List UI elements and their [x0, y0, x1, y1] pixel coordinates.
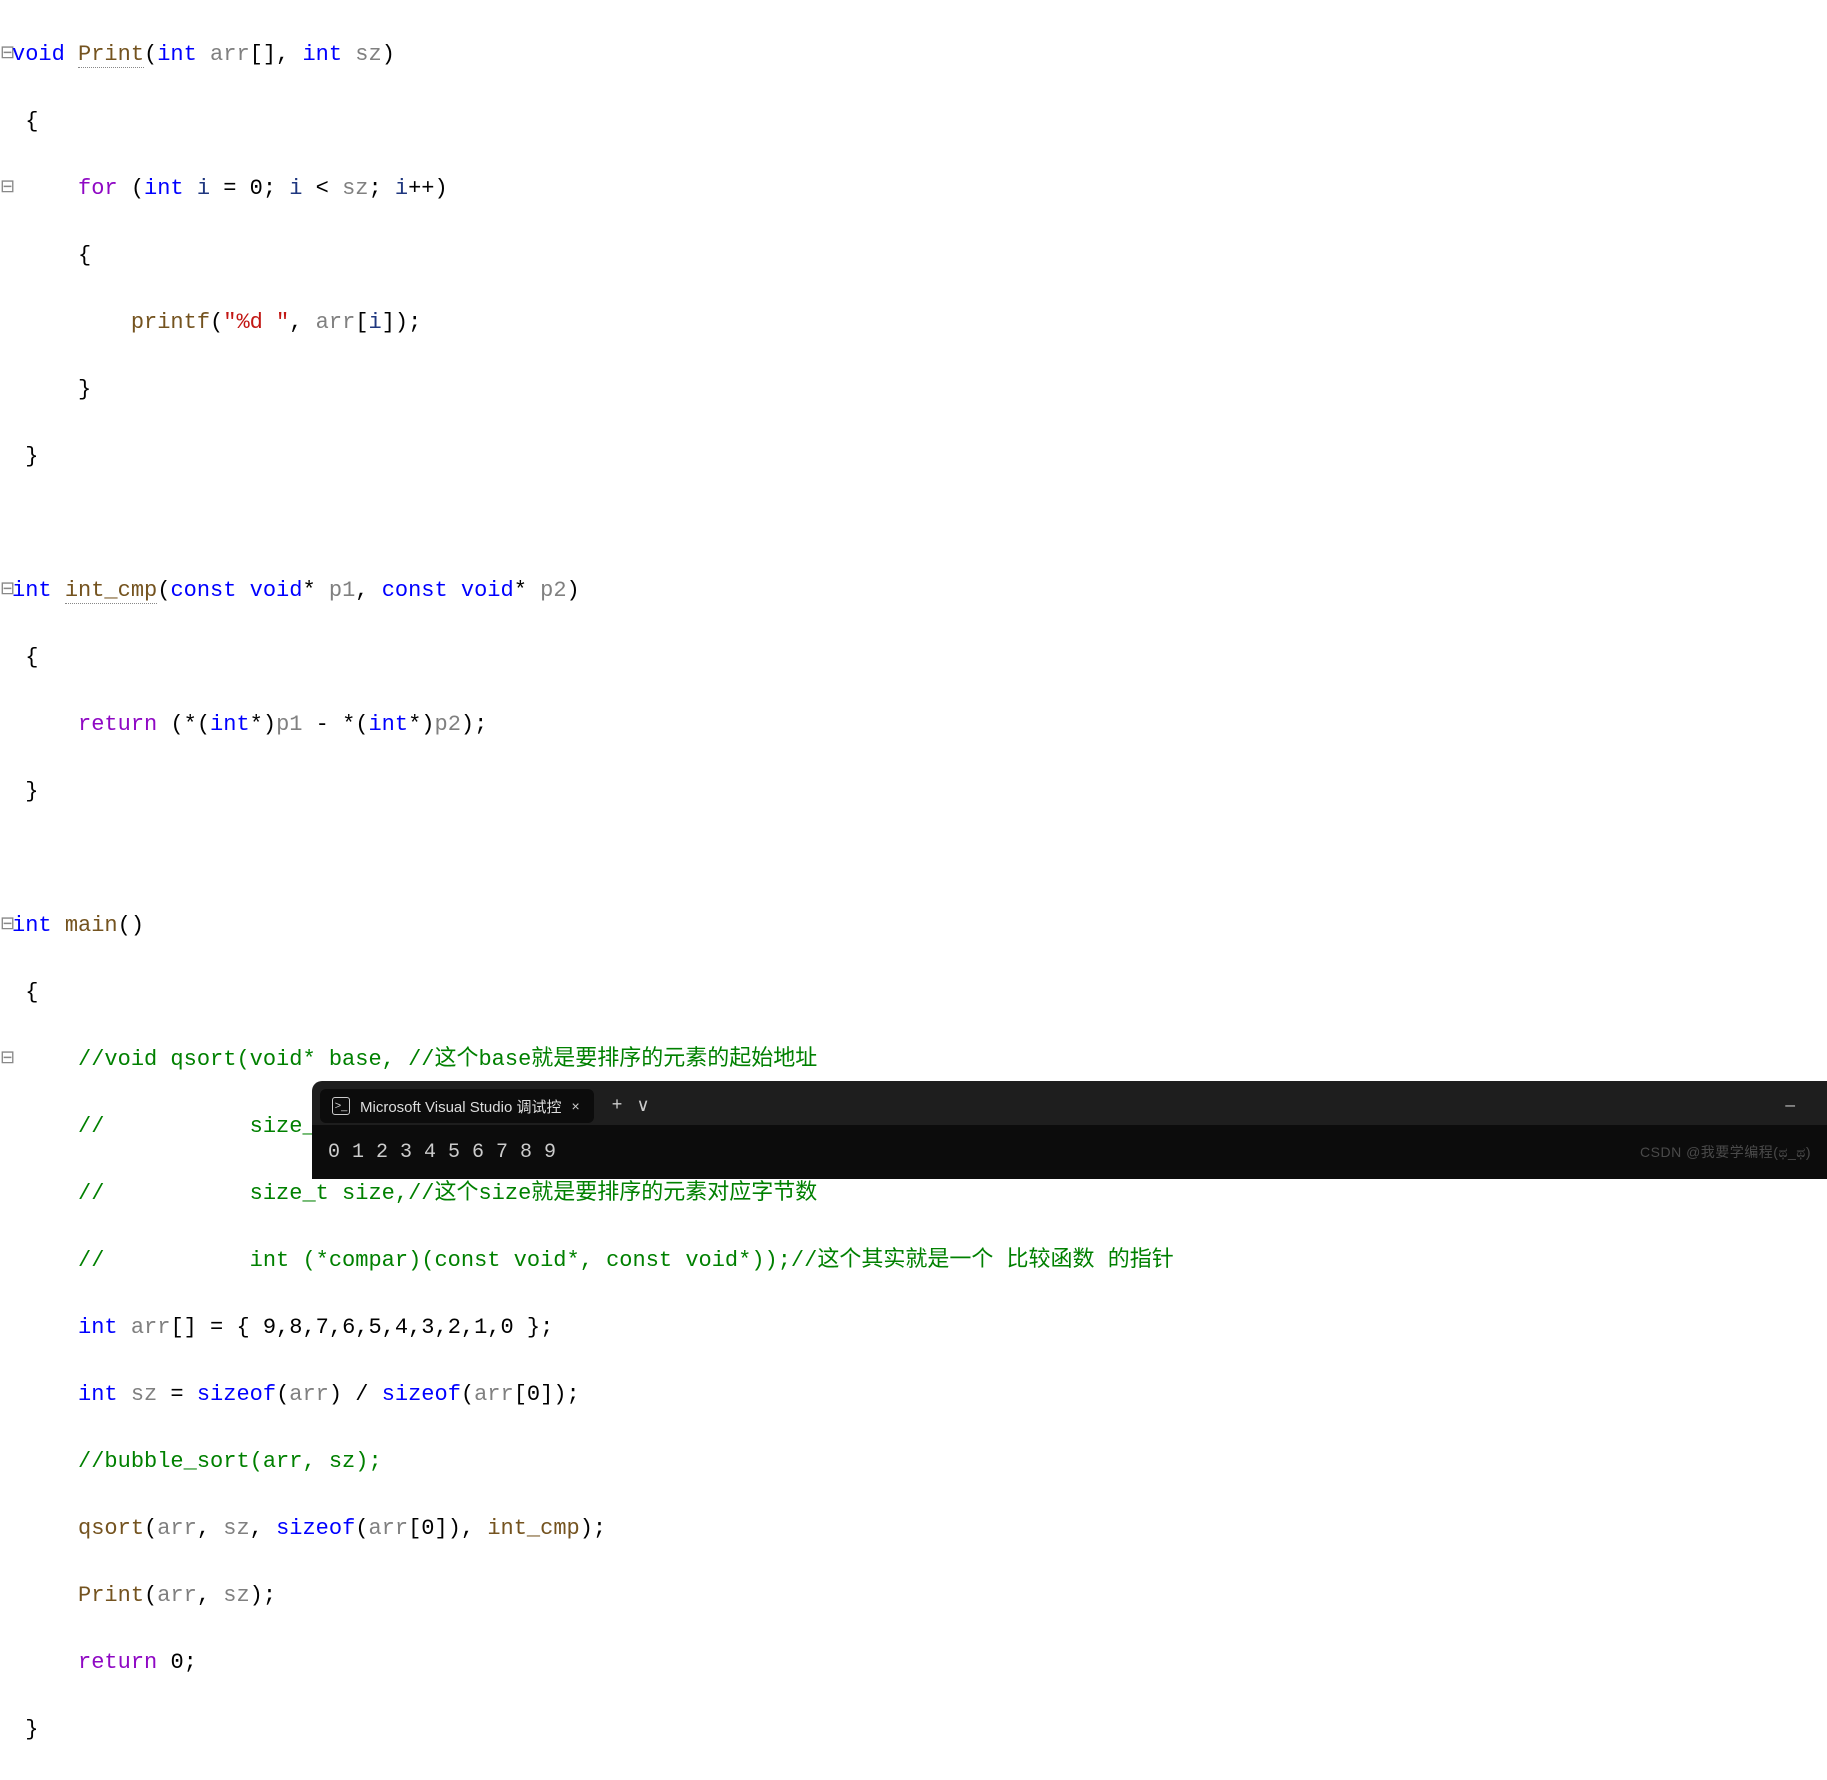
- minimize-button[interactable]: —: [1785, 1097, 1795, 1115]
- keyword-void: void: [12, 42, 65, 67]
- close-tab-icon[interactable]: ×: [571, 1098, 579, 1114]
- terminal-icon: >_: [332, 1097, 350, 1115]
- terminal-output-text: 0 1 2 3 4 5 6 7 8 9: [328, 1141, 556, 1164]
- terminal-tab-active[interactable]: >_ Microsoft Visual Studio 调试控 ×: [320, 1089, 594, 1123]
- terminal-output-area[interactable]: 0 1 2 3 4 5 6 7 8 9 CSDN @我要学编程(ಥ_ಥ): [312, 1125, 1827, 1179]
- new-tab-button[interactable]: +: [612, 1096, 623, 1116]
- tab-dropdown-icon[interactable]: ∨: [636, 1095, 649, 1117]
- func-print: Print: [78, 42, 144, 68]
- terminal-tab-bar: >_ Microsoft Visual Studio 调试控 × + ∨ —: [312, 1081, 1827, 1125]
- terminal-tab-title: Microsoft Visual Studio 调试控: [360, 1096, 561, 1117]
- terminal-window: >_ Microsoft Visual Studio 调试控 × + ∨ — 0…: [312, 1081, 1827, 1179]
- code-editor[interactable]: ⊟void Print(int arr[], int sz) { ⊟ for (…: [0, 0, 1827, 1780]
- watermark-text: CSDN @我要学编程(ಥ_ಥ): [1640, 1142, 1811, 1162]
